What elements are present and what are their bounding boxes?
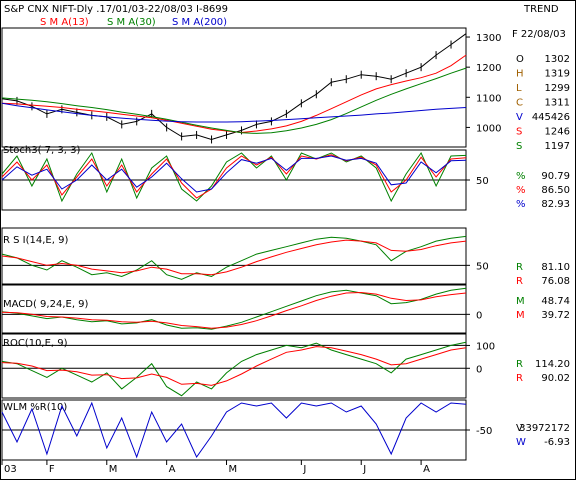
ytick-label: 1300 — [476, 33, 501, 44]
readout-label-williams: W — [516, 437, 526, 448]
xtick-label: J — [362, 464, 366, 475]
legend-sma30: S M A(30) — [107, 17, 156, 28]
chart-title: S&P CNX NIFT-Dly .17/01/03-22/08/03 I-86… — [4, 4, 228, 15]
readout-value-stochastic: 90.79 — [541, 171, 570, 182]
williams-title: WLM %R(10) — [3, 402, 67, 413]
ytick-label: 100 — [476, 341, 495, 352]
readout-value-stochastic: 82.93 — [541, 199, 570, 210]
readout-label-rsi: R — [516, 276, 523, 287]
readout-label-price: S — [516, 127, 522, 138]
readout-value-price: 1299 — [545, 83, 570, 94]
readout-value-price: 1319 — [545, 69, 570, 80]
readout-value-price: 1311 — [545, 98, 570, 109]
xtick-label: 03 — [4, 464, 17, 475]
legend-sma200: S M A(200) — [172, 17, 227, 28]
trend-label: TREND — [523, 4, 559, 15]
readout-value-roc: 90.02 — [541, 373, 570, 384]
readout-label-macd: M — [516, 310, 525, 321]
readout-value-roc: 114.20 — [535, 359, 570, 370]
readout-label-stochastic: % — [516, 185, 526, 196]
readout-label-roc: R — [516, 373, 523, 384]
readout-value-rsi: 76.08 — [541, 276, 570, 287]
readout-value-price: 445426 — [532, 112, 570, 123]
xtick-label: M — [229, 464, 238, 475]
ytick-label: 1200 — [476, 63, 501, 74]
readout-label-price: V — [516, 112, 523, 123]
ytick-label: 0 — [476, 364, 482, 375]
readout-value-stochastic: 86.50 — [541, 185, 570, 196]
xtick-label: J — [302, 464, 306, 475]
ytick-label: 1100 — [476, 93, 501, 104]
legend-sma13: S M A(13) — [40, 17, 89, 28]
readout-label-stochastic: % — [516, 171, 526, 182]
readout-value-price: 1197 — [545, 141, 570, 152]
readout-value-rsi: 81.10 — [541, 262, 570, 273]
readout-value-williams: 33972172 — [519, 423, 570, 434]
readout-label-price: L — [516, 83, 522, 94]
ytick-label: 1000 — [476, 123, 501, 134]
rsi-title: R S I(14,E, 9) — [3, 235, 68, 246]
ytick-label: 50 — [476, 176, 489, 187]
readout-label-rsi: R — [516, 262, 523, 273]
roc-title: ROC(10,E, 9) — [3, 338, 68, 349]
readout-label-macd: M — [516, 296, 525, 307]
readout-value-williams: -6.93 — [544, 437, 570, 448]
date-label: F 22/08/03 — [512, 29, 566, 40]
readout-value-macd: 39.72 — [541, 310, 570, 321]
ytick-label: 50 — [476, 261, 489, 272]
readout-value-macd: 48.74 — [541, 296, 570, 307]
xtick-label: A — [169, 464, 176, 475]
macd-title: MACD( 9,24,E, 9) — [3, 299, 89, 310]
ytick-label: -50 — [476, 426, 492, 437]
ytick-label: 0 — [476, 310, 482, 321]
readout-label-price: C — [516, 98, 523, 109]
nifty-chart: S&P CNX NIFT-Dly .17/01/03-22/08/03 I-86… — [0, 0, 576, 480]
readout-label-price: O — [516, 54, 524, 65]
readout-label-price: H — [516, 69, 524, 80]
readout-label-price: S — [516, 141, 522, 152]
readout-label-stochastic: % — [516, 199, 526, 210]
readout-label-roc: R — [516, 359, 523, 370]
xtick-label: M — [109, 464, 118, 475]
xtick-label: F — [49, 464, 55, 475]
xtick-label: A — [423, 464, 430, 475]
readout-value-price: 1302 — [545, 54, 570, 65]
readout-value-price: 1246 — [545, 127, 570, 138]
